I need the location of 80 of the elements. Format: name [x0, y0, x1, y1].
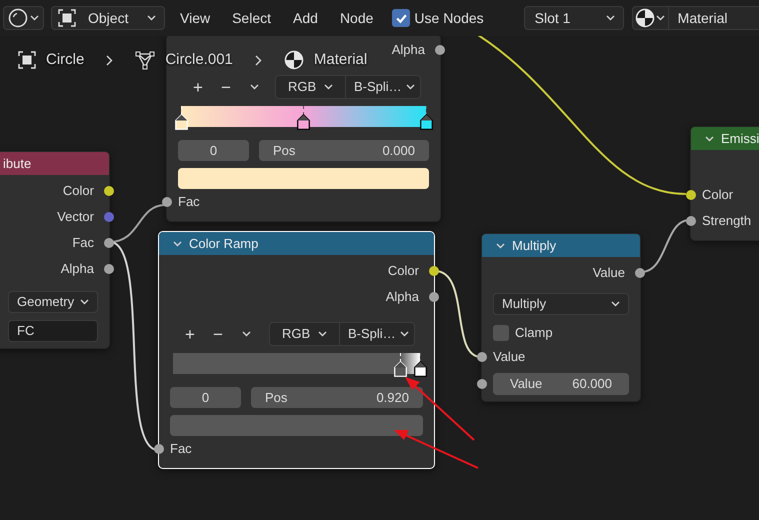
- node-header[interactable]: Emissi: [691, 127, 759, 150]
- color-mode-dropdown[interactable]: RGB: [270, 323, 340, 345]
- socket-label: Value: [493, 348, 526, 366]
- socket-label: Color: [388, 262, 419, 280]
- color-ramp-gradient[interactable]: [173, 353, 420, 374]
- ramp-button[interactable]: −: [214, 78, 238, 96]
- stop-color-swatch[interactable]: [178, 168, 429, 189]
- socket-label: Strength: [702, 212, 752, 230]
- node-header[interactable]: ibute: [0, 152, 109, 175]
- socket-label: Fac: [72, 234, 94, 252]
- chevron-right-icon: [106, 54, 114, 66]
- node-title: ibute: [3, 154, 32, 173]
- socket-label: Fac: [170, 440, 192, 458]
- socket-label: Alpha: [392, 41, 425, 60]
- checkbox-label: Clamp: [515, 324, 553, 342]
- chevron-down-icon: [611, 301, 620, 307]
- editor-type-icon: [8, 8, 28, 28]
- material-icon: [284, 50, 304, 70]
- node-title: Multiply: [512, 236, 556, 255]
- socket-label: Color: [62, 182, 94, 200]
- clamp-checkbox[interactable]: [493, 325, 509, 341]
- object-icon: [18, 51, 36, 70]
- mode-dropdown[interactable]: Multiply: [493, 293, 629, 315]
- editor-type-button[interactable]: [3, 6, 44, 30]
- position-label: Pos: [265, 388, 288, 407]
- interpolation-dropdown[interactable]: B-Spli…: [346, 76, 420, 98]
- socket-label: Value: [592, 264, 625, 282]
- socket-label: Alpha: [386, 288, 419, 306]
- chevron-down-icon: [406, 84, 415, 90]
- menu-item[interactable]: Node: [340, 8, 374, 28]
- chevron-down-icon: [147, 15, 156, 21]
- menu-chevron-icon: [250, 84, 259, 90]
- use-nodes-checkbox[interactable]: [392, 9, 410, 27]
- color-mode-dropdown[interactable]: RGB: [276, 76, 346, 98]
- object-icon: [58, 9, 76, 27]
- field-value: 60.000: [572, 375, 612, 394]
- object-mode-dropdown[interactable]: Object: [51, 6, 165, 30]
- position-value[interactable]: 0.920: [376, 388, 409, 408]
- menu-item[interactable]: Select: [232, 8, 272, 28]
- menu-item[interactable]: Add: [293, 8, 318, 28]
- field-label: Value: [510, 375, 542, 394]
- socket-label: Color: [702, 186, 734, 204]
- collapse-chevron-icon: [173, 240, 182, 246]
- chevron-down-icon: [80, 299, 89, 305]
- breadcrumb-label[interactable]: Circle: [46, 49, 84, 72]
- node-title: Emissi: [721, 130, 759, 148]
- socket-label: Alpha: [60, 260, 94, 278]
- chevron-down-icon: [606, 15, 615, 21]
- stop-index-field[interactable]: 0: [178, 140, 249, 161]
- menu-item[interactable]: View: [180, 8, 210, 28]
- ramp-button[interactable]: −: [206, 326, 230, 342]
- chevron-down-icon: [400, 331, 409, 337]
- chevron-down-icon: [324, 84, 333, 90]
- stop-index-field[interactable]: 0: [170, 387, 241, 408]
- color-ramp-gradient[interactable]: [181, 106, 426, 127]
- collapse-chevron-icon: [496, 242, 505, 248]
- chevron-down-icon: [30, 15, 39, 21]
- stop-color-swatch[interactable]: [170, 415, 423, 436]
- chevron-right-icon: [254, 54, 262, 66]
- menu-chevron-icon: [242, 331, 251, 337]
- position-label: Pos: [273, 142, 296, 160]
- node-header[interactable]: Color Ramp: [159, 232, 434, 255]
- chevron-down-icon: [318, 331, 327, 337]
- socket-label: Vector: [57, 208, 94, 226]
- breadcrumb-label[interactable]: Circle.001: [165, 49, 233, 72]
- attribute-name-field[interactable]: FC: [8, 320, 98, 342]
- ramp-button[interactable]: +: [178, 326, 202, 342]
- slot-dropdown[interactable]: Slot 1: [524, 6, 624, 30]
- ramp-button[interactable]: +: [186, 78, 210, 96]
- use-nodes-label: Use Nodes: [414, 8, 484, 28]
- breadcrumb-label[interactable]: Material: [314, 49, 368, 72]
- position-value[interactable]: 0.000: [382, 140, 415, 160]
- node-title: Color Ramp: [189, 234, 258, 253]
- mode-dropdown[interactable]: Geometry: [8, 291, 98, 313]
- node-header[interactable]: Multiply: [482, 234, 640, 257]
- interpolation-dropdown[interactable]: B-Spli…: [340, 323, 414, 345]
- collapse-chevron-icon: [705, 136, 714, 142]
- value-field[interactable]: Value 60.000: [493, 373, 629, 395]
- mesh-icon: [135, 50, 156, 70]
- socket-label: Fac: [178, 193, 200, 212]
